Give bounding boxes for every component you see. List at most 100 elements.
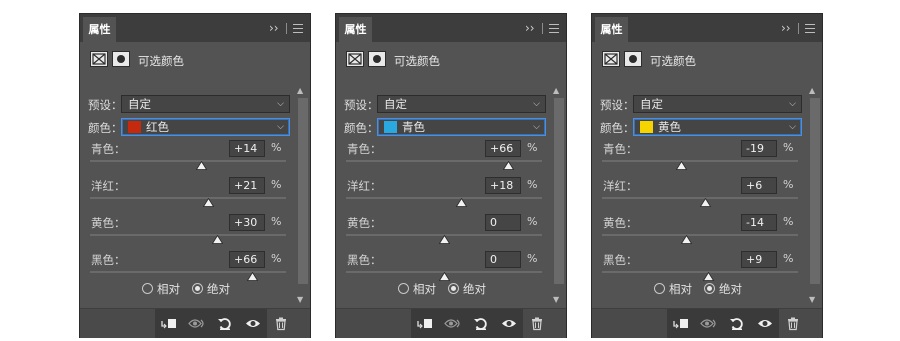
slider-value-yellow[interactable]: -14 — [741, 214, 777, 231]
clip-to-layer-button[interactable] — [667, 309, 695, 338]
color-label: 颜色： — [88, 121, 123, 135]
slider-track-magenta[interactable] — [90, 197, 286, 199]
layer-mask-icon[interactable] — [624, 51, 642, 67]
selective-color-adjustment-icon[interactable] — [90, 51, 108, 67]
scroll-down-icon[interactable]: ▼ — [553, 295, 559, 304]
radio-relative[interactable] — [654, 283, 665, 294]
tab-properties[interactable]: 属性 — [83, 17, 116, 42]
color-dropdown[interactable]: 红色 ⌵ — [121, 118, 290, 136]
reset-button[interactable] — [467, 309, 495, 338]
slider-value-magenta[interactable]: +21 — [229, 177, 265, 194]
slider-value-magenta[interactable]: +18 — [485, 177, 521, 194]
toggle-visibility-button[interactable] — [751, 309, 779, 338]
panel-title: 可选颜色 — [138, 54, 184, 68]
radio-absolute[interactable] — [448, 283, 459, 294]
panel-menu-icon[interactable] — [805, 24, 815, 33]
collapse-panel-icon[interactable]: ›› — [781, 21, 791, 35]
layer-mask-icon[interactable] — [112, 51, 130, 67]
slider-thumb-magenta[interactable] — [456, 198, 468, 207]
slider-thumb-black[interactable] — [247, 272, 259, 281]
color-value: 红色 — [146, 120, 169, 134]
radio-relative[interactable] — [142, 283, 153, 294]
radio-relative[interactable] — [398, 283, 409, 294]
toggle-visibility-button[interactable] — [495, 309, 523, 338]
scroll-up-icon[interactable]: ▲ — [297, 86, 303, 95]
percent-unit: % — [527, 178, 538, 191]
delete-button[interactable] — [523, 309, 551, 338]
slider-thumb-magenta[interactable] — [203, 198, 215, 207]
slider-thumb-cyan[interactable] — [196, 161, 208, 170]
scrollbar[interactable] — [810, 98, 820, 284]
slider-thumb-magenta[interactable] — [700, 198, 712, 207]
radio-absolute[interactable] — [192, 283, 203, 294]
slider-label-magenta: 洋红： — [347, 179, 382, 193]
preset-dropdown[interactable]: 自定 ⌵ — [633, 95, 802, 113]
selective-color-properties-panel: 属性 ›› 可选颜色 预设： 自定 ⌵ 颜色： 青色 ⌵ 青色： +66% 洋红： +18% 黄色： 0% 黑… — [335, 13, 567, 338]
clip-to-layer-button[interactable] — [411, 309, 439, 338]
selective-color-adjustment-icon[interactable] — [346, 51, 364, 67]
slider-track-black[interactable] — [602, 271, 798, 273]
delete-button[interactable] — [267, 309, 295, 338]
panel-menu-icon[interactable] — [549, 24, 559, 33]
reset-button[interactable] — [723, 309, 751, 338]
reset-button[interactable] — [211, 309, 239, 338]
panel-menu-icon[interactable] — [293, 24, 303, 33]
preset-dropdown[interactable]: 自定 ⌵ — [377, 95, 546, 113]
clip-to-layer-icon — [417, 319, 432, 329]
delete-button[interactable] — [779, 309, 807, 338]
absolute-label: 绝对 — [463, 282, 486, 296]
view-previous-state-icon — [444, 319, 460, 328]
slider-value-black[interactable]: +66 — [229, 251, 265, 268]
scroll-down-icon[interactable]: ▼ — [297, 295, 303, 304]
slider-value-cyan[interactable]: +14 — [229, 140, 265, 157]
preset-value: 自定 — [128, 97, 151, 111]
slider-value-magenta[interactable]: +6 — [741, 177, 777, 194]
scroll-up-icon[interactable]: ▲ — [809, 86, 815, 95]
slider-thumb-black[interactable] — [703, 272, 715, 281]
slider-thumb-black[interactable] — [438, 272, 450, 281]
clip-to-layer-icon — [161, 319, 176, 329]
view-previous-button[interactable] — [183, 309, 211, 338]
toggle-visibility-button[interactable] — [239, 309, 267, 338]
slider-thumb-cyan[interactable] — [503, 161, 515, 170]
clip-to-layer-button[interactable] — [155, 309, 183, 338]
view-previous-state-icon — [188, 319, 204, 328]
scrollbar[interactable] — [298, 98, 308, 284]
scrollbar[interactable] — [554, 98, 564, 284]
slider-thumb-yellow[interactable] — [211, 235, 223, 244]
color-dropdown[interactable]: 青色 ⌵ — [377, 118, 546, 136]
slider-thumb-cyan[interactable] — [675, 161, 687, 170]
trash-icon — [532, 317, 542, 331]
panel-footer — [592, 308, 822, 338]
collapse-panel-icon[interactable]: ›› — [269, 21, 279, 35]
selective-color-adjustment-icon[interactable] — [602, 51, 620, 67]
slider-value-yellow[interactable]: +30 — [229, 214, 265, 231]
scroll-down-icon[interactable]: ▼ — [809, 295, 815, 304]
slider-value-yellow[interactable]: 0 — [485, 214, 521, 231]
slider-value-cyan[interactable]: -19 — [741, 140, 777, 157]
slider-value-black[interactable]: 0 — [485, 251, 521, 268]
percent-unit: % — [271, 215, 282, 228]
trash-icon — [788, 317, 798, 331]
preset-value: 自定 — [384, 97, 407, 111]
layer-mask-icon[interactable] — [368, 51, 386, 67]
slider-track-cyan[interactable] — [90, 160, 286, 162]
tab-properties[interactable]: 属性 — [595, 17, 628, 42]
slider-track-magenta[interactable] — [346, 197, 542, 199]
slider-track-cyan[interactable] — [602, 160, 798, 162]
slider-track-yellow[interactable] — [90, 234, 286, 236]
view-previous-button[interactable] — [439, 309, 467, 338]
percent-unit: % — [783, 215, 794, 228]
collapse-panel-icon[interactable]: ›› — [525, 21, 535, 35]
tab-properties[interactable]: 属性 — [339, 17, 372, 42]
scroll-up-icon[interactable]: ▲ — [553, 86, 559, 95]
slider-thumb-yellow[interactable] — [438, 235, 450, 244]
slider-value-cyan[interactable]: +66 — [485, 140, 521, 157]
slider-track-yellow[interactable] — [602, 234, 798, 236]
slider-thumb-yellow[interactable] — [680, 235, 692, 244]
preset-dropdown[interactable]: 自定 ⌵ — [121, 95, 290, 113]
color-dropdown[interactable]: 黄色 ⌵ — [633, 118, 802, 136]
slider-value-black[interactable]: +9 — [741, 251, 777, 268]
view-previous-button[interactable] — [695, 309, 723, 338]
radio-absolute[interactable] — [704, 283, 715, 294]
